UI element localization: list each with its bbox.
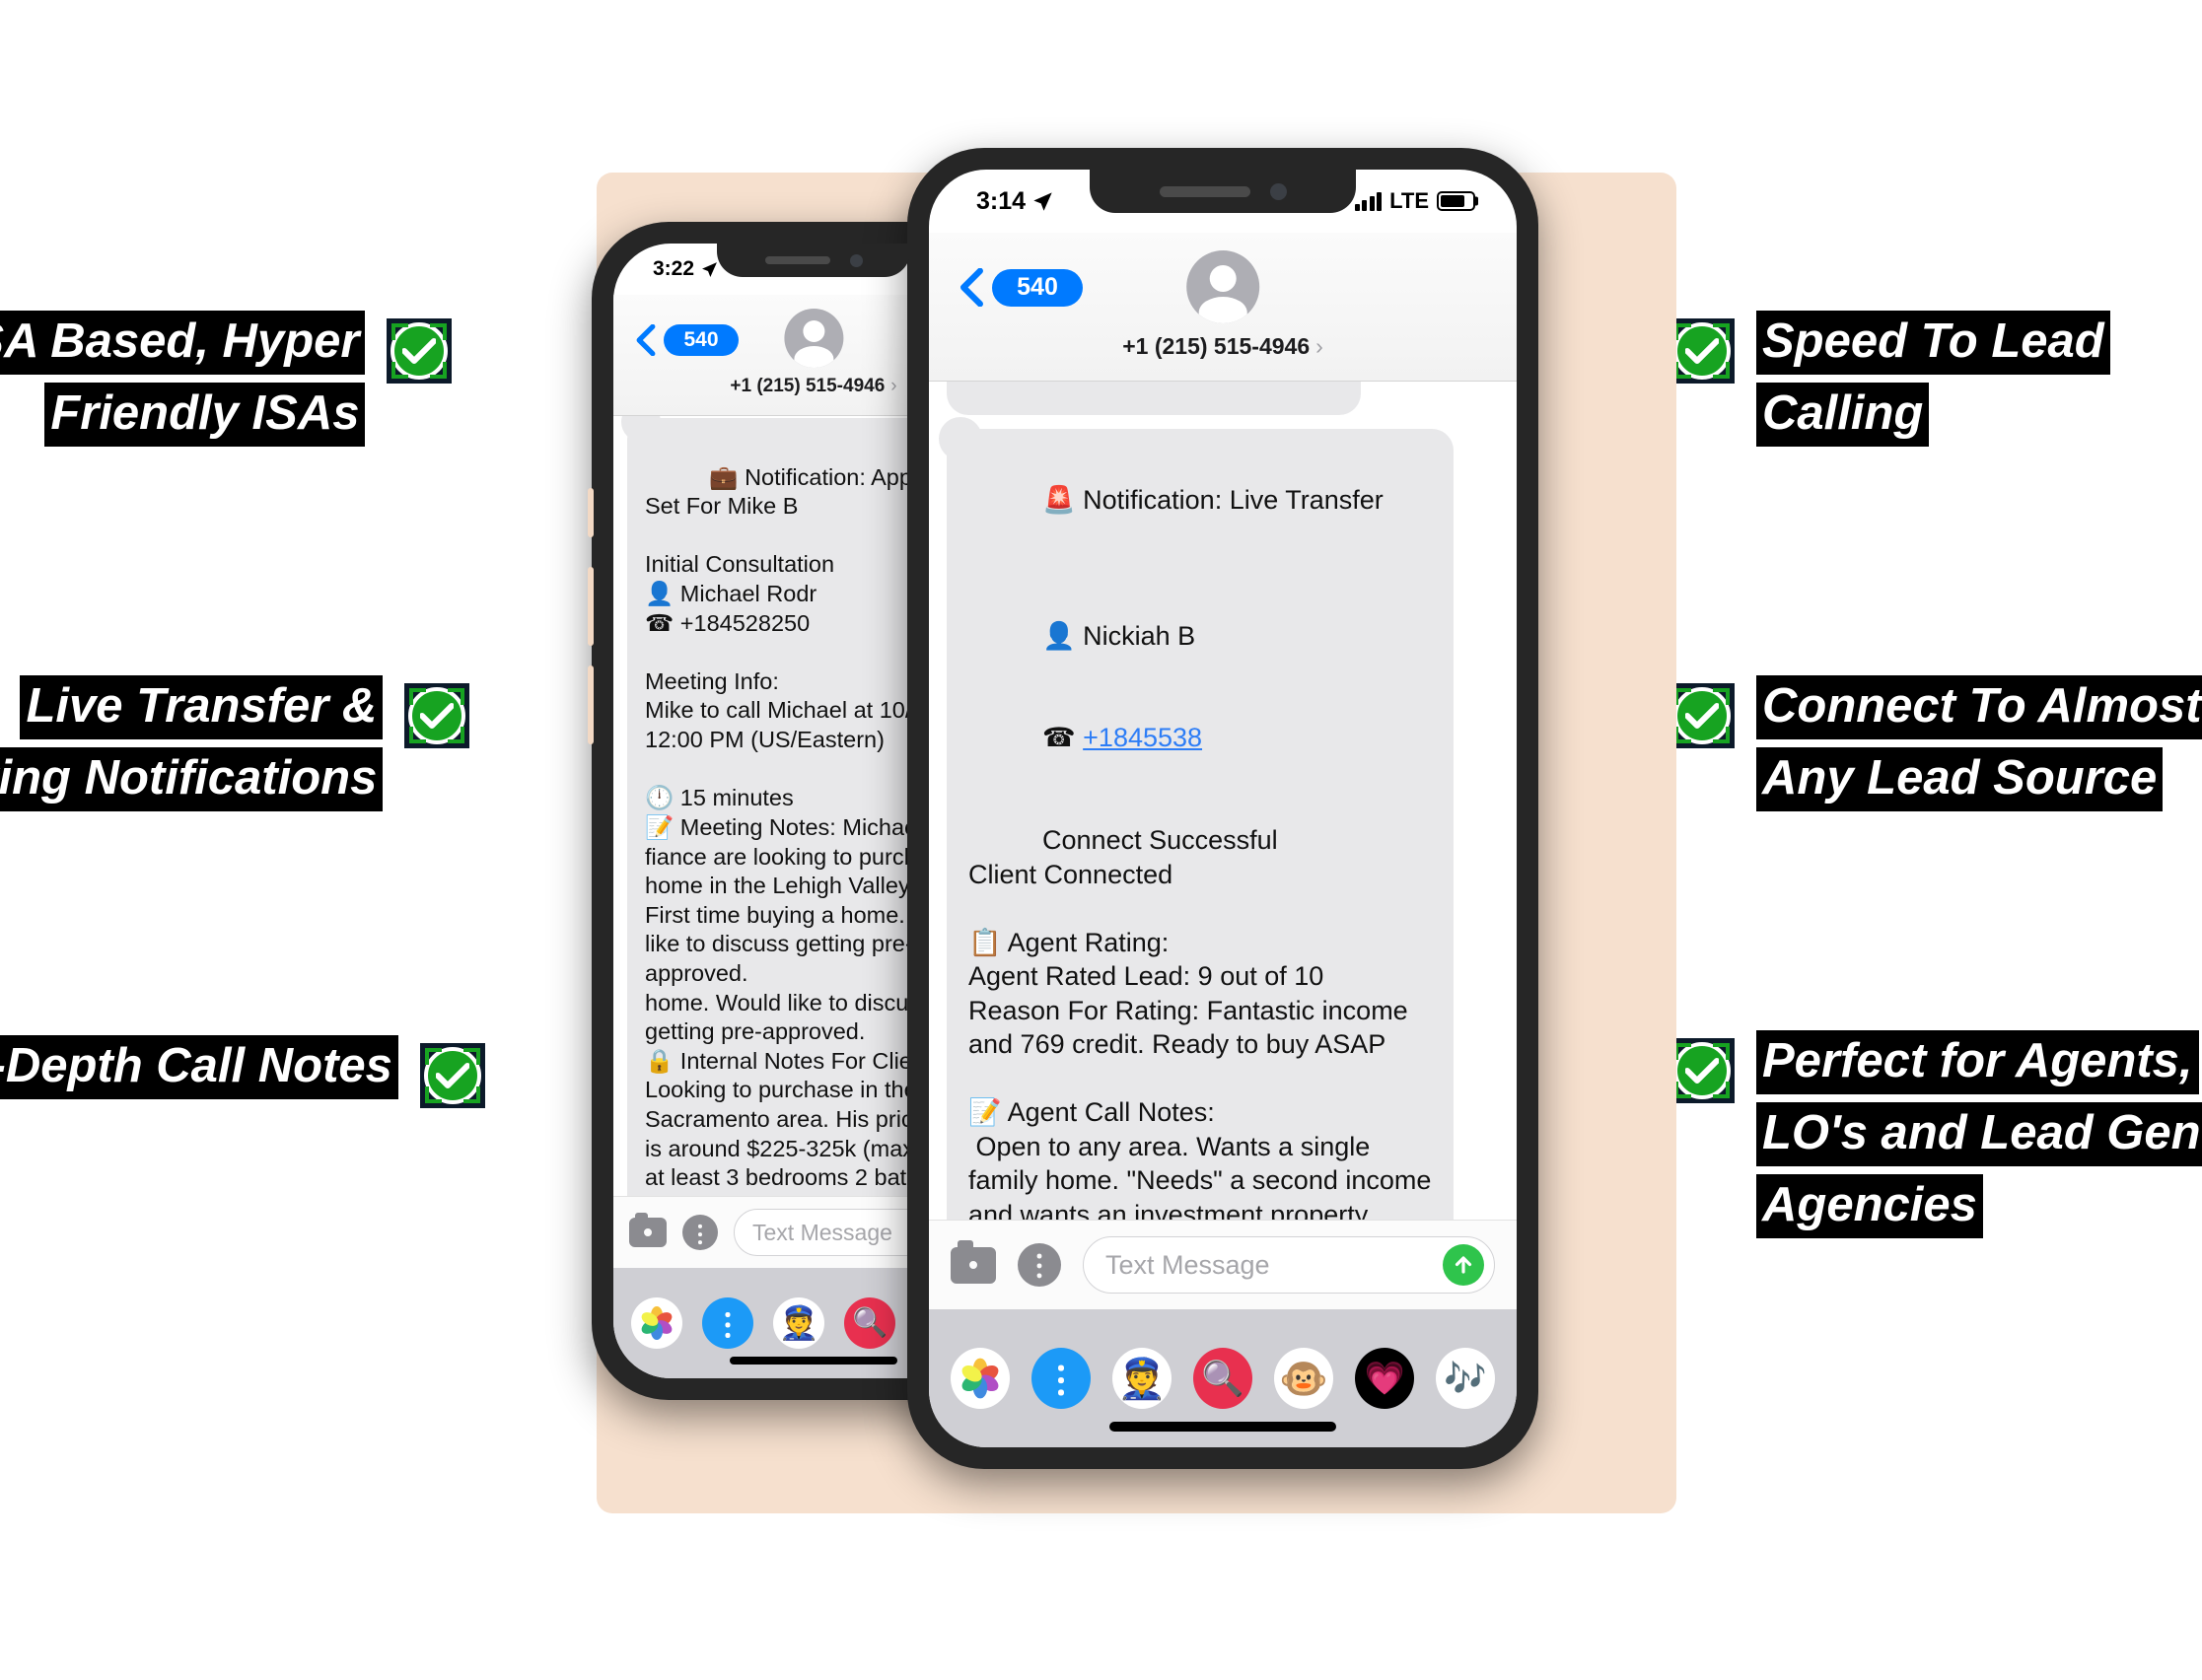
feature-label-line: Booking Notifications [0, 747, 384, 811]
feature-label-line: Calling [1756, 383, 1930, 447]
contact-avatar-icon[interactable] [1185, 250, 1259, 323]
animoji-app-icon[interactable]: 🐵 [1274, 1348, 1333, 1409]
battery-icon [1437, 191, 1475, 211]
green-check-badge-icon [404, 683, 470, 748]
home-indicator[interactable] [730, 1357, 897, 1365]
app-store-icon[interactable]: ︙ [682, 1215, 718, 1250]
location-arrow-icon [702, 261, 717, 277]
features-left-rail: USA Based, Hyper Friendly ISAs Live Tran… [0, 0, 631, 1680]
feature-label-line: Friendly ISAs [44, 383, 366, 447]
chevron-left-icon [636, 324, 656, 356]
feature-label-line: Connect To Almost [1756, 675, 2202, 739]
text-message-input-front[interactable]: Text Message [1083, 1236, 1495, 1294]
message-header-text: 🚨 Notification: Live Transfer [1042, 484, 1384, 515]
feature-label-line: In-Depth Call Notes [0, 1035, 398, 1099]
photos-app-icon[interactable] [951, 1348, 1010, 1409]
send-arrow-up-icon[interactable] [1443, 1244, 1484, 1286]
status-time: 3:14 [976, 186, 1027, 215]
feature-item-call-notes: In-Depth Call Notes [0, 1035, 485, 1108]
app-store-icon[interactable]: ︙ [1018, 1243, 1061, 1287]
status-bar-back: 3:22 [613, 244, 1014, 295]
app-store-icon[interactable]: ︙ [702, 1297, 753, 1349]
app-store-icon[interactable]: ︙ [1031, 1348, 1091, 1409]
feature-label-line: Live Transfer & [20, 675, 384, 739]
unread-count-pill[interactable]: 540 [664, 324, 739, 356]
feature-item-perfect-for-agents: Perfect for Agents, LO's and Lead Gen Ag… [1669, 1030, 2202, 1238]
images-search-app-icon[interactable]: 🔍 [844, 1297, 895, 1349]
feature-label-line: Perfect for Agents, [1756, 1030, 2199, 1094]
feature-label-line: LO's and Lead Gen [1756, 1102, 2202, 1166]
chevron-right-icon: › [890, 376, 897, 396]
cellular-bars-icon [1354, 191, 1383, 211]
feature-item-live-transfer: Live Transfer & Booking Notifications [0, 675, 470, 811]
message-body-text: Connect Successful Client Connected 📋 Ag… [968, 825, 1432, 1220]
camera-icon[interactable] [629, 1212, 667, 1247]
feature-item-usa-based: USA Based, Hyper Friendly ISAs [0, 311, 453, 447]
feature-label-line: Speed To Lead [1756, 311, 2110, 375]
previous-message-bubble[interactable] [947, 382, 1361, 415]
input-placeholder: Text Message [752, 1219, 892, 1245]
music-app-icon[interactable]: 🎶 [1436, 1348, 1495, 1409]
network-type-label: LTE [1389, 188, 1429, 213]
mute-switch[interactable] [588, 488, 594, 537]
contact-phone-number[interactable]: +1 (215) 515-4946 › [730, 376, 896, 397]
chevron-right-icon: › [1315, 333, 1323, 359]
green-check-badge-icon [419, 1043, 485, 1108]
feature-label-line: Any Lead Source [1756, 747, 2164, 811]
feature-label-line: USA Based, Hyper [0, 311, 366, 375]
contact-avatar-icon[interactable] [783, 309, 843, 368]
message-thread-front[interactable]: 🚨 Notification: Live Transfer 👤 Nickiah … [929, 382, 1517, 1220]
phones-stage: 3:22 540 +1 (215) 515-4946 › 💼 Notificat… [588, 148, 1686, 1528]
app-drawer-front: ︙ 👮 🔍 🐵 💗 🎶 [929, 1309, 1517, 1447]
status-time: 3:22 [653, 257, 695, 280]
home-indicator[interactable] [1109, 1422, 1336, 1432]
feature-item-any-lead-source: Connect To Almost Any Lead Source [1669, 675, 2202, 811]
status-bar-front: 3:14 LTE [929, 170, 1517, 233]
volume-up-button[interactable] [588, 567, 594, 646]
memoji-app-icon[interactable]: 👮 [1112, 1348, 1172, 1409]
memoji-app-icon[interactable]: 👮 [773, 1297, 824, 1349]
digital-touch-app-icon[interactable]: 💗 [1355, 1348, 1414, 1409]
composer-front: ︙ Text Message [929, 1220, 1517, 1309]
phone-number-link[interactable]: +1845538 [1083, 723, 1202, 752]
location-arrow-icon [1033, 191, 1052, 211]
back-button-back-phone[interactable]: 540 [635, 324, 739, 356]
camera-icon[interactable] [951, 1239, 996, 1284]
photos-app-icon[interactable] [631, 1297, 682, 1349]
images-search-app-icon[interactable]: 🔍 [1193, 1348, 1252, 1409]
input-placeholder: Text Message [1105, 1249, 1270, 1280]
feature-label-line: Agencies [1756, 1174, 1983, 1238]
feature-item-speed-to-lead: Speed To Lead Calling [1669, 311, 2110, 447]
phone-device-front: 3:14 LTE 540 +1 (215) 515-4946 › 🚨 Notif… [907, 148, 1538, 1469]
green-check-badge-icon [387, 318, 453, 384]
conversation-header-front: 540 +1 (215) 515-4946 › [929, 233, 1517, 382]
message-bubble-front[interactable]: 🚨 Notification: Live Transfer 👤 Nickiah … [947, 429, 1454, 1220]
volume-down-button[interactable] [588, 665, 594, 744]
message-contact-name: 👤 Nickiah B [1042, 620, 1196, 651]
contact-phone-number[interactable]: +1 (215) 515-4946 › [1122, 333, 1323, 360]
